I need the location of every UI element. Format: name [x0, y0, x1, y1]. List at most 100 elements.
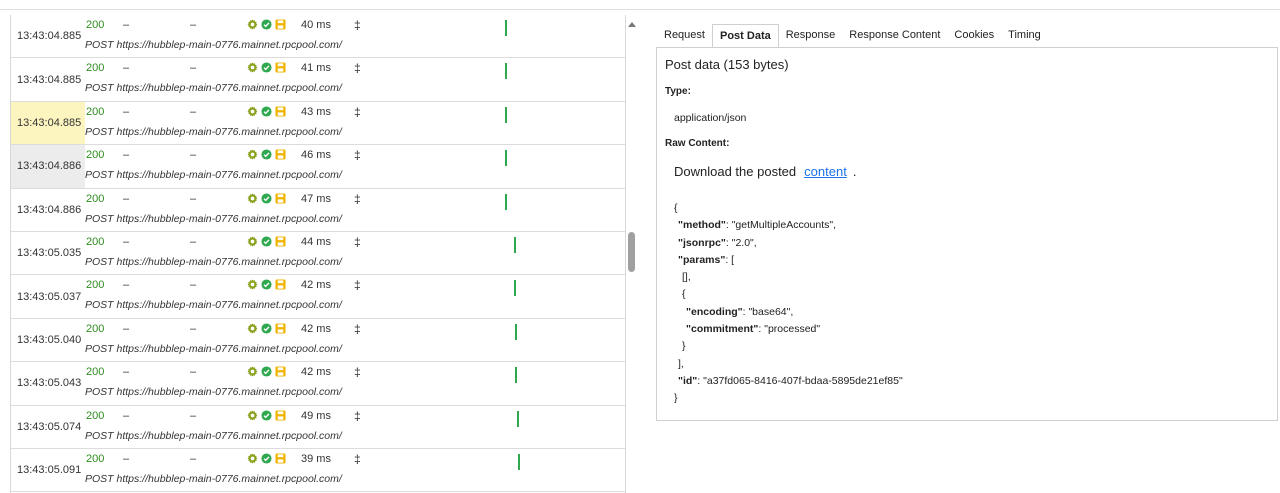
json-line: } — [674, 390, 903, 407]
request-row[interactable]: 13:43:04.886 200 – – 46 ms ‡ POST https:… — [11, 145, 625, 189]
request-size: – — [190, 409, 197, 422]
request-type: – — [123, 452, 130, 465]
sort-handle-icon[interactable]: ‡ — [354, 18, 361, 32]
scrollbar-thumb[interactable] — [628, 232, 635, 272]
request-url: POST https://hubblep-main-0776.mainnet.r… — [85, 255, 342, 268]
scroll-up-arrow-icon[interactable] — [628, 22, 636, 27]
sort-handle-icon[interactable]: ‡ — [354, 365, 361, 379]
request-duration: 42 ms — [301, 366, 331, 379]
request-size: – — [190, 235, 197, 248]
tab-response-content[interactable]: Response Content — [842, 24, 947, 48]
json-line: { — [674, 286, 903, 303]
request-status-icons — [247, 409, 286, 424]
request-time: 13:43:05.043 — [17, 377, 82, 390]
request-type: – — [123, 19, 130, 31]
save-icon — [275, 149, 286, 163]
request-row[interactable]: 13:43:05.037 200 – – 42 ms ‡ POST https:… — [11, 275, 625, 319]
json-value: [], — [682, 271, 691, 284]
request-summary: 200 – – 39 ms ‡ — [85, 451, 625, 470]
timeline-bar — [505, 63, 507, 80]
request-url: POST https://hubblep-main-0776.mainnet.r… — [85, 472, 342, 485]
request-row[interactable]: 13:43:04.885 200 – – 40 ms ‡ POST https:… — [11, 15, 625, 59]
save-icon — [275, 19, 286, 33]
request-list[interactable]: 13:43:04.885 200 – – 40 ms ‡ POST https:… — [10, 15, 626, 493]
gear-icon — [247, 366, 258, 380]
sort-handle-icon[interactable]: ‡ — [354, 322, 361, 336]
json-value: : "base64", — [742, 305, 794, 318]
tab-request[interactable]: Request — [657, 24, 712, 48]
save-icon — [275, 453, 286, 467]
request-time: 13:43:05.074 — [17, 420, 82, 433]
request-duration: 47 ms — [301, 192, 331, 205]
json-line: "jsonrpc": "2.0", — [674, 235, 903, 252]
request-url: POST https://hubblep-main-0776.mainnet.r… — [85, 386, 342, 399]
timeline-bar — [515, 323, 517, 340]
download-text: Download the posted — [674, 164, 797, 179]
json-value: : "getMultipleAccounts", — [725, 219, 837, 232]
save-icon — [275, 62, 286, 76]
tab-post-data[interactable]: Post Data — [711, 24, 779, 48]
sort-handle-icon[interactable]: ‡ — [354, 148, 361, 162]
request-type: – — [123, 192, 130, 205]
request-status-icons — [247, 453, 286, 467]
tab-cookies[interactable]: Cookies — [947, 24, 1001, 48]
request-summary: 200 – – 46 ms ‡ — [85, 147, 625, 167]
request-size: – — [190, 149, 197, 162]
download-suffix: . — [852, 164, 857, 179]
request-row[interactable]: 13:43:04.885 200 – – 43 ms ‡ POST https:… — [11, 101, 625, 146]
json-value: : "processed" — [758, 323, 821, 336]
download-content-link[interactable]: content — [804, 164, 847, 179]
request-type: – — [123, 105, 130, 118]
sort-handle-icon[interactable]: ‡ — [354, 105, 361, 119]
request-row[interactable]: 13:43:04.885 200 – – 41 ms ‡ POST https:… — [11, 58, 625, 102]
request-row[interactable]: 13:43:04.886 200 – – 47 ms ‡ POST https:… — [11, 189, 625, 232]
request-status-icons — [247, 193, 286, 207]
request-size: – — [190, 105, 197, 118]
request-duration: 44 ms — [301, 235, 331, 248]
sort-handle-icon[interactable]: ‡ — [354, 192, 361, 206]
save-icon — [275, 279, 286, 293]
tab-timing[interactable]: Timing — [1001, 24, 1048, 48]
request-status-icons — [247, 323, 286, 337]
check-circle-icon — [261, 236, 272, 250]
gear-icon — [247, 193, 258, 207]
check-circle-icon — [261, 279, 272, 293]
request-type: – — [123, 409, 130, 422]
check-circle-icon — [261, 323, 272, 337]
gear-icon — [247, 409, 258, 424]
top-divider — [0, 9, 1280, 10]
sort-handle-icon[interactable]: ‡ — [354, 278, 361, 292]
timeline-bar — [515, 367, 517, 384]
json-value: ], — [678, 357, 684, 370]
json-key: "params" — [678, 253, 726, 266]
request-type: – — [123, 149, 130, 162]
post-data-panel: Post data (153 bytes) Type: application/… — [656, 47, 1278, 421]
post-data-title: Post data (153 bytes) — [665, 57, 789, 72]
request-summary: 200 – – 40 ms ‡ — [85, 17, 625, 36]
request-url: POST https://hubblep-main-0776.mainnet.r… — [85, 39, 342, 51]
request-row[interactable]: 13:43:05.035 200 – – 44 ms ‡ POST https:… — [11, 232, 625, 276]
request-status-icons — [247, 236, 286, 250]
gear-icon — [247, 236, 258, 250]
request-time: 13:43:04.885 — [17, 73, 82, 86]
json-line: [], — [674, 269, 903, 286]
request-size: – — [190, 192, 197, 205]
request-row[interactable]: 13:43:05.040 200 – – 42 ms ‡ POST https:… — [11, 319, 625, 363]
save-icon — [275, 106, 286, 120]
sort-handle-icon[interactable]: ‡ — [354, 235, 361, 249]
request-size: – — [190, 19, 197, 31]
request-summary: 200 – – 49 ms ‡ — [85, 408, 625, 427]
sort-handle-icon[interactable]: ‡ — [354, 61, 361, 75]
request-row[interactable]: 13:43:05.074 200 – – 49 ms ‡ POST https:… — [11, 406, 625, 449]
tab-response[interactable]: Response — [779, 24, 843, 48]
request-row[interactable]: 13:43:05.091 200 – – 39 ms ‡ POST https:… — [11, 449, 625, 493]
json-value: : "a37fd065-8416-407f-bdaa-5895de21ef85" — [697, 374, 903, 387]
request-status-icons — [247, 19, 286, 33]
sort-handle-icon[interactable]: ‡ — [354, 452, 361, 466]
request-row[interactable]: 13:43:05.043 200 – – 42 ms ‡ POST https:… — [11, 362, 625, 406]
request-url: POST https://hubblep-main-0776.mainnet.r… — [85, 429, 342, 442]
json-line: "id": "a37fd065-8416-407f-bdaa-5895de21e… — [674, 373, 903, 390]
sort-handle-icon[interactable]: ‡ — [354, 409, 361, 423]
request-time: 13:43:04.886 — [17, 203, 82, 216]
check-circle-icon — [261, 366, 272, 380]
